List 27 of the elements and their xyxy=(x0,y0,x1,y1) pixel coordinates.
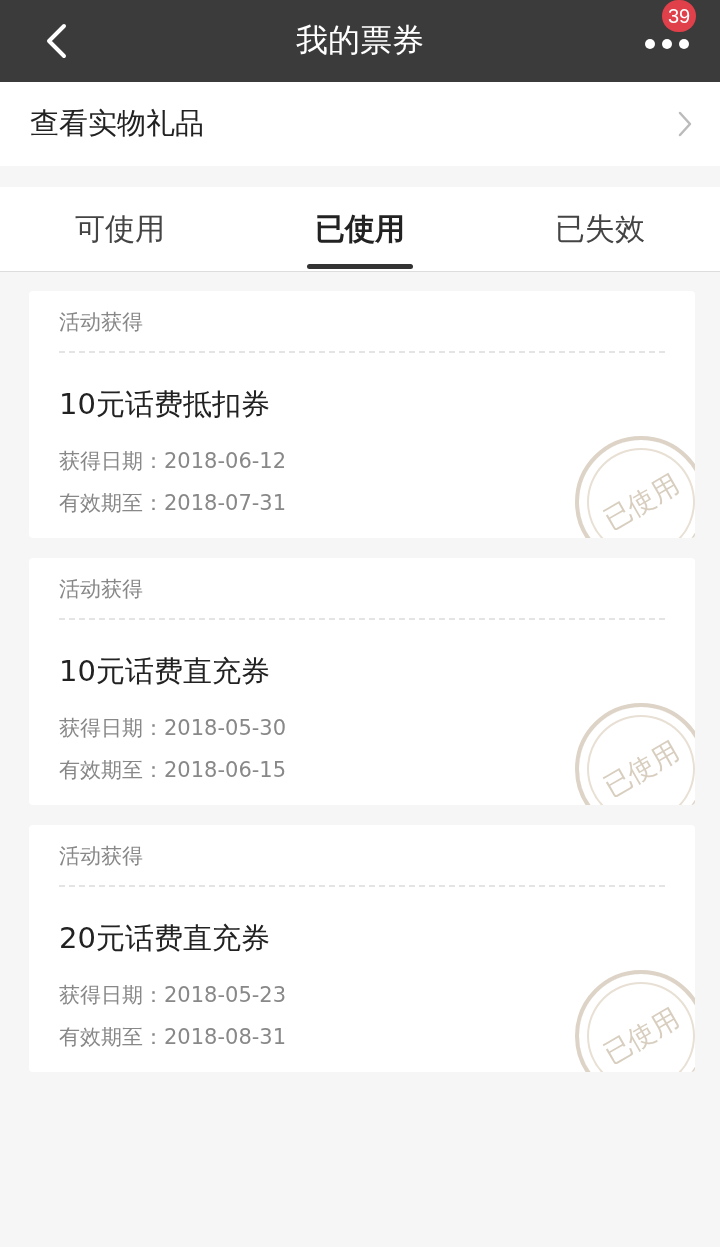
expiry-date: 有效期至：2018-08-31 xyxy=(59,1024,287,1051)
stamp-text: 已使用 xyxy=(596,1000,685,1072)
chevron-right-icon xyxy=(678,111,692,137)
coupon-name: 20元话费直充券 xyxy=(59,920,270,957)
coupon-source: 活动获得 xyxy=(59,576,143,603)
stamp-text: 已使用 xyxy=(596,733,685,805)
obtained-date: 获得日期：2018-06-12 xyxy=(59,448,287,475)
tab[interactable]: 可使用 xyxy=(0,187,240,271)
expiry-date: 有效期至：2018-06-15 xyxy=(59,757,287,784)
stamp-text: 已使用 xyxy=(596,466,685,538)
obtained-date: 获得日期：2018-05-23 xyxy=(59,982,287,1009)
tab[interactable]: 已使用 xyxy=(240,187,480,271)
gift-link-label: 查看实物礼品 xyxy=(30,105,204,142)
tab[interactable]: 已失效 xyxy=(480,187,720,271)
coupon-source: 活动获得 xyxy=(59,309,143,336)
coupon-source: 活动获得 xyxy=(59,843,143,870)
page-title: 我的票券 xyxy=(296,20,424,61)
coupon-card[interactable]: 活动获得 10元话费抵扣券 获得日期：2018-06-12 有效期至：2018-07-31 已使用 xyxy=(29,291,695,538)
back-button[interactable] xyxy=(44,23,68,59)
coupon-card[interactable]: 活动获得 20元话费直充券 获得日期：2018-05-23 有效期至：2018-08-31 已使用 xyxy=(29,825,695,1072)
expiry-date: 有效期至：2018-07-31 xyxy=(59,490,287,517)
coupon-name: 10元话费抵扣券 xyxy=(59,386,270,423)
coupon-card[interactable]: 活动获得 10元话费直充券 获得日期：2018-05-30 有效期至：2018-06-15 已使用 xyxy=(29,558,695,805)
gift-link[interactable]: 查看实物礼品 xyxy=(0,82,720,166)
notification-badge: 39 xyxy=(662,0,696,32)
coupon-name: 10元话费直充券 xyxy=(59,653,270,690)
obtained-date: 获得日期：2018-05-30 xyxy=(59,715,287,742)
